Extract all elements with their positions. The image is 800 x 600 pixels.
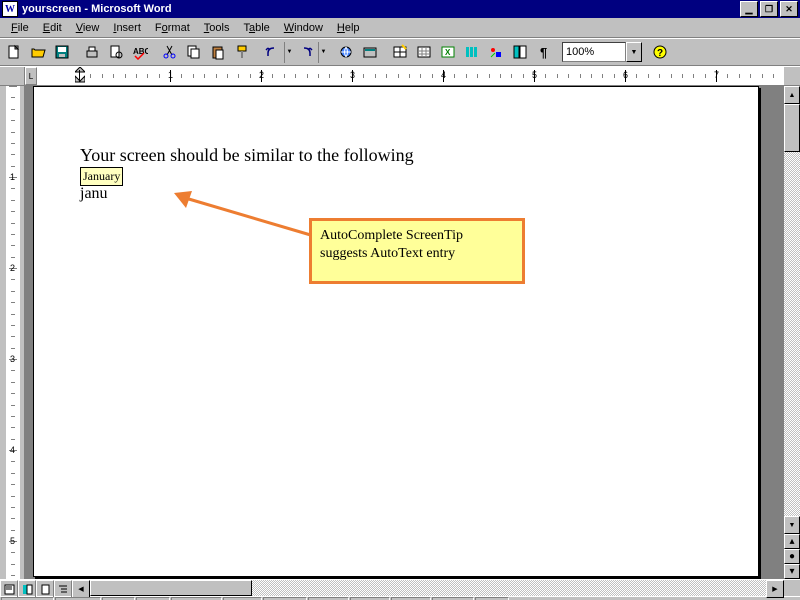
svg-text:X: X — [445, 48, 451, 57]
insert-table-button[interactable] — [412, 41, 436, 64]
menu-format[interactable]: Format — [148, 20, 197, 36]
app-name: Microsoft Word — [91, 3, 171, 15]
menu-help[interactable]: Help — [330, 20, 367, 36]
hyperlink-button[interactable] — [334, 41, 358, 64]
app-icon: W — [2, 1, 18, 17]
tab-selector[interactable]: L — [25, 67, 37, 85]
format-painter-button[interactable] — [230, 41, 254, 64]
scroll-thumb[interactable] — [784, 104, 800, 152]
new-button[interactable] — [2, 41, 26, 64]
previous-page-button[interactable]: ▴ — [784, 534, 800, 549]
horizontal-ruler[interactable]: L 1234567 — [0, 66, 800, 86]
paste-button[interactable] — [206, 41, 230, 64]
view-bar: ◀ ▶ — [0, 579, 800, 596]
standard-toolbar: ABC ▼ ▼ X ¶ 100% ▼ ? — [0, 38, 800, 66]
spellcheck-button[interactable]: ABC — [128, 41, 152, 64]
maximize-button[interactable]: ❐ — [760, 1, 778, 17]
scroll-track[interactable] — [784, 152, 800, 516]
page-layout-view-button[interactable] — [36, 580, 54, 598]
typed-text[interactable]: janu — [80, 185, 108, 203]
menu-bar: File Edit View Insert Format Tools Table… — [0, 18, 800, 38]
ruler-corner — [0, 67, 25, 85]
document-map-button[interactable] — [508, 41, 532, 64]
close-button[interactable]: ✕ — [780, 1, 798, 17]
redo-button[interactable] — [294, 41, 318, 64]
autocomplete-screentip: January — [80, 167, 123, 186]
scroll-down-button[interactable]: ▼ — [784, 516, 800, 534]
callout-line1: AutoComplete ScreenTip — [320, 227, 514, 245]
undo-dropdown[interactable]: ▼ — [284, 42, 294, 63]
menu-window[interactable]: Window — [277, 20, 330, 36]
next-page-button[interactable]: ▾ — [784, 564, 800, 579]
zoom-dropdown[interactable]: ▼ — [626, 42, 642, 62]
print-preview-button[interactable] — [104, 41, 128, 64]
scroll-left-button[interactable]: ◀ — [72, 580, 90, 598]
web-toolbar-button[interactable] — [358, 41, 382, 64]
vertical-scrollbar[interactable]: ▲ ▼ ▴ ● ▾ — [783, 86, 800, 579]
show-hide-button[interactable]: ¶ — [532, 41, 556, 64]
online-layout-view-button[interactable] — [18, 580, 36, 598]
ruler-track[interactable]: 1234567 — [37, 67, 784, 85]
title-bar: W yourscreen - Microsoft Word ▁ ❐ ✕ — [0, 0, 800, 18]
hscroll-track[interactable] — [252, 580, 766, 596]
minimize-button[interactable]: ▁ — [740, 1, 758, 17]
cut-button[interactable] — [158, 41, 182, 64]
tables-borders-button[interactable] — [388, 41, 412, 64]
redo-dropdown[interactable]: ▼ — [318, 42, 328, 63]
menu-view[interactable]: View — [69, 20, 107, 36]
svg-text:¶: ¶ — [540, 45, 547, 60]
zoom-combo[interactable]: 100% — [562, 42, 626, 62]
normal-view-button[interactable] — [0, 580, 18, 598]
callout-line2: suggests AutoText entry — [320, 245, 514, 263]
menu-edit[interactable]: Edit — [36, 20, 69, 36]
undo-button[interactable] — [260, 41, 284, 64]
browse-object-button[interactable]: ● — [784, 549, 800, 564]
excel-button[interactable]: X — [436, 41, 460, 64]
title-separator: - — [81, 3, 91, 15]
menu-table[interactable]: Table — [236, 20, 276, 36]
print-button[interactable] — [80, 41, 104, 64]
copy-button[interactable] — [182, 41, 206, 64]
work-area: 12345 Your screen should be similar to t… — [0, 86, 800, 579]
menu-file[interactable]: File — [4, 20, 36, 36]
document-title: yourscreen — [22, 3, 81, 15]
save-button[interactable] — [50, 41, 74, 64]
ruler-indent-marker[interactable] — [75, 67, 85, 85]
scroll-right-button[interactable]: ▶ — [766, 580, 784, 598]
help-button[interactable]: ? — [648, 41, 672, 64]
menu-insert[interactable]: Insert — [106, 20, 148, 36]
vertical-ruler[interactable]: 12345 — [0, 86, 25, 579]
menu-tools[interactable]: Tools — [197, 20, 237, 36]
callout-box: AutoComplete ScreenTip suggests AutoText… — [309, 218, 525, 284]
open-button[interactable] — [26, 41, 50, 64]
document-text-line[interactable]: Your screen should be similar to the fol… — [80, 145, 414, 166]
callout-arrow — [164, 188, 324, 248]
document-area[interactable]: Your screen should be similar to the fol… — [25, 86, 783, 579]
outline-view-button[interactable] — [54, 580, 72, 598]
hscroll-thumb[interactable] — [90, 580, 252, 596]
drawing-button[interactable] — [484, 41, 508, 64]
svg-text:?: ? — [657, 48, 663, 59]
svg-text:ABC: ABC — [133, 47, 148, 56]
page[interactable]: Your screen should be similar to the fol… — [33, 86, 759, 577]
columns-button[interactable] — [460, 41, 484, 64]
status-bar: Page 1 Sec 1 1/1 At 1.4" Ln 3 Col 5 REC … — [0, 596, 800, 600]
scroll-up-button[interactable]: ▲ — [784, 86, 800, 104]
